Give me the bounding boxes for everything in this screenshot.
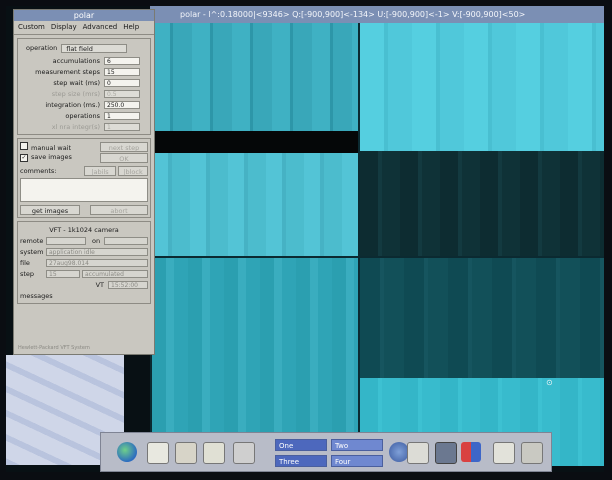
editor-icon[interactable] bbox=[203, 442, 225, 464]
integration-count-label: xl nra integr(s) bbox=[51, 122, 100, 131]
messages-label: messages bbox=[20, 292, 53, 300]
manual-wait-label: manual wait bbox=[31, 143, 72, 152]
polar-control-panel: polar Custom Display Advanced Help opera… bbox=[13, 9, 155, 355]
step-wait-label: step wait (ms) bbox=[53, 78, 100, 87]
camera-status-section: VFT - 1k1024 camera remote on system appl… bbox=[17, 221, 151, 304]
save-images-toggle[interactable]: ✓ save images bbox=[20, 153, 72, 162]
integration-count-input: 1 bbox=[104, 122, 140, 131]
image-dark-band bbox=[152, 131, 358, 153]
operation-dropdown[interactable]: flat field bbox=[61, 43, 128, 53]
acquisition-section: manual wait next step ✓ save images OK co… bbox=[17, 138, 151, 218]
vt-label: VT bbox=[95, 281, 104, 289]
mail-icon[interactable] bbox=[407, 442, 429, 464]
integration-input[interactable]: 250.0 bbox=[104, 100, 140, 109]
step-size-input: 0.5 bbox=[104, 89, 140, 98]
on-value bbox=[104, 237, 148, 245]
integration-label: integration (ms.) bbox=[45, 100, 100, 109]
operations-label: operations bbox=[65, 111, 100, 120]
step-size-label: step size (mrs) bbox=[51, 89, 100, 98]
file-value: 27aug98.014 bbox=[46, 259, 148, 267]
measurement-steps-input[interactable]: 15 bbox=[104, 67, 140, 76]
get-images-button[interactable]: get images bbox=[20, 204, 80, 215]
image-quadrant-top-right bbox=[360, 23, 604, 151]
menu-display[interactable]: Display bbox=[51, 21, 77, 34]
measurement-steps-label: measurement steps bbox=[35, 67, 100, 76]
globe-icon[interactable] bbox=[117, 442, 137, 462]
image-quadrant-mid-right bbox=[360, 151, 604, 256]
calendar-icon[interactable] bbox=[147, 442, 169, 464]
save-images-checkbox[interactable]: ✓ bbox=[20, 154, 28, 162]
parameters-section: operation flat field accumulations 6 meas… bbox=[17, 38, 151, 135]
operation-value: flat field bbox=[66, 44, 93, 53]
network-icon[interactable] bbox=[389, 442, 409, 462]
performance-icon[interactable] bbox=[461, 442, 481, 462]
menu-help[interactable]: Help bbox=[123, 21, 139, 34]
panel-footer-note: Hewlett-Packard VFT System bbox=[18, 345, 90, 351]
step-wait-input[interactable]: 0 bbox=[104, 78, 140, 87]
menu-bar: Custom Display Advanced Help bbox=[14, 21, 154, 35]
step-state: accumulated bbox=[82, 270, 148, 278]
accumulations-label: accumulations bbox=[52, 56, 100, 65]
image-quadrant-mid-left bbox=[152, 153, 358, 256]
comments-textarea[interactable] bbox=[20, 178, 148, 202]
image-window[interactable]: polar - l^:0.18000|<9346> Q:[-900,900]<-… bbox=[150, 6, 604, 466]
menu-advanced[interactable]: Advanced bbox=[83, 21, 118, 34]
terminal-icon[interactable] bbox=[435, 442, 457, 464]
workspace-four[interactable]: Four bbox=[331, 455, 383, 467]
operation-label: operation bbox=[26, 44, 58, 52]
file-manager-icon[interactable] bbox=[175, 442, 197, 464]
manual-wait-toggle[interactable]: manual wait bbox=[20, 141, 72, 152]
next-step-button[interactable]: next step bbox=[100, 141, 148, 152]
trash-icon[interactable] bbox=[521, 442, 543, 464]
step-value: 15 bbox=[46, 270, 80, 278]
panel-title[interactable]: polar bbox=[14, 10, 154, 21]
taskbar: One Two Three Four bbox=[100, 432, 552, 472]
comments-label: comments: bbox=[20, 166, 57, 175]
vt-value: 15:52:00 bbox=[108, 281, 148, 289]
workspace-three[interactable]: Three bbox=[275, 455, 327, 467]
system-label: system bbox=[20, 248, 44, 256]
printer-icon[interactable] bbox=[233, 442, 255, 464]
remote-value bbox=[46, 237, 86, 245]
workspace-one[interactable]: One bbox=[275, 439, 327, 451]
abort-button[interactable]: abort bbox=[90, 204, 148, 215]
accumulations-input[interactable]: 6 bbox=[104, 56, 140, 65]
block-button[interactable]: |block bbox=[118, 165, 148, 176]
camera-title: VFT - 1k1024 camera bbox=[49, 226, 119, 234]
labels-button[interactable]: |abils bbox=[84, 165, 116, 176]
save-images-label: save images bbox=[31, 153, 72, 161]
crosshair-icon: ⊙ bbox=[546, 378, 553, 387]
help-icon[interactable] bbox=[493, 442, 515, 464]
image-quadrant-top-left bbox=[152, 23, 358, 131]
image-window-title[interactable]: polar - l^:0.18000|<9346> Q:[-900,900]<-… bbox=[150, 6, 604, 23]
step-label: step bbox=[20, 270, 35, 278]
system-value: application idle bbox=[46, 248, 148, 256]
operations-input[interactable]: 1 bbox=[104, 111, 140, 120]
image-quadrant-bottom-right bbox=[360, 258, 604, 378]
file-label: file bbox=[20, 259, 30, 267]
menu-custom[interactable]: Custom bbox=[18, 21, 45, 34]
remote-label: remote bbox=[20, 237, 44, 245]
workspace-two[interactable]: Two bbox=[331, 439, 383, 451]
on-label: on bbox=[92, 237, 101, 245]
manual-wait-checkbox[interactable] bbox=[20, 141, 28, 150]
save-button[interactable]: OK bbox=[100, 152, 148, 163]
